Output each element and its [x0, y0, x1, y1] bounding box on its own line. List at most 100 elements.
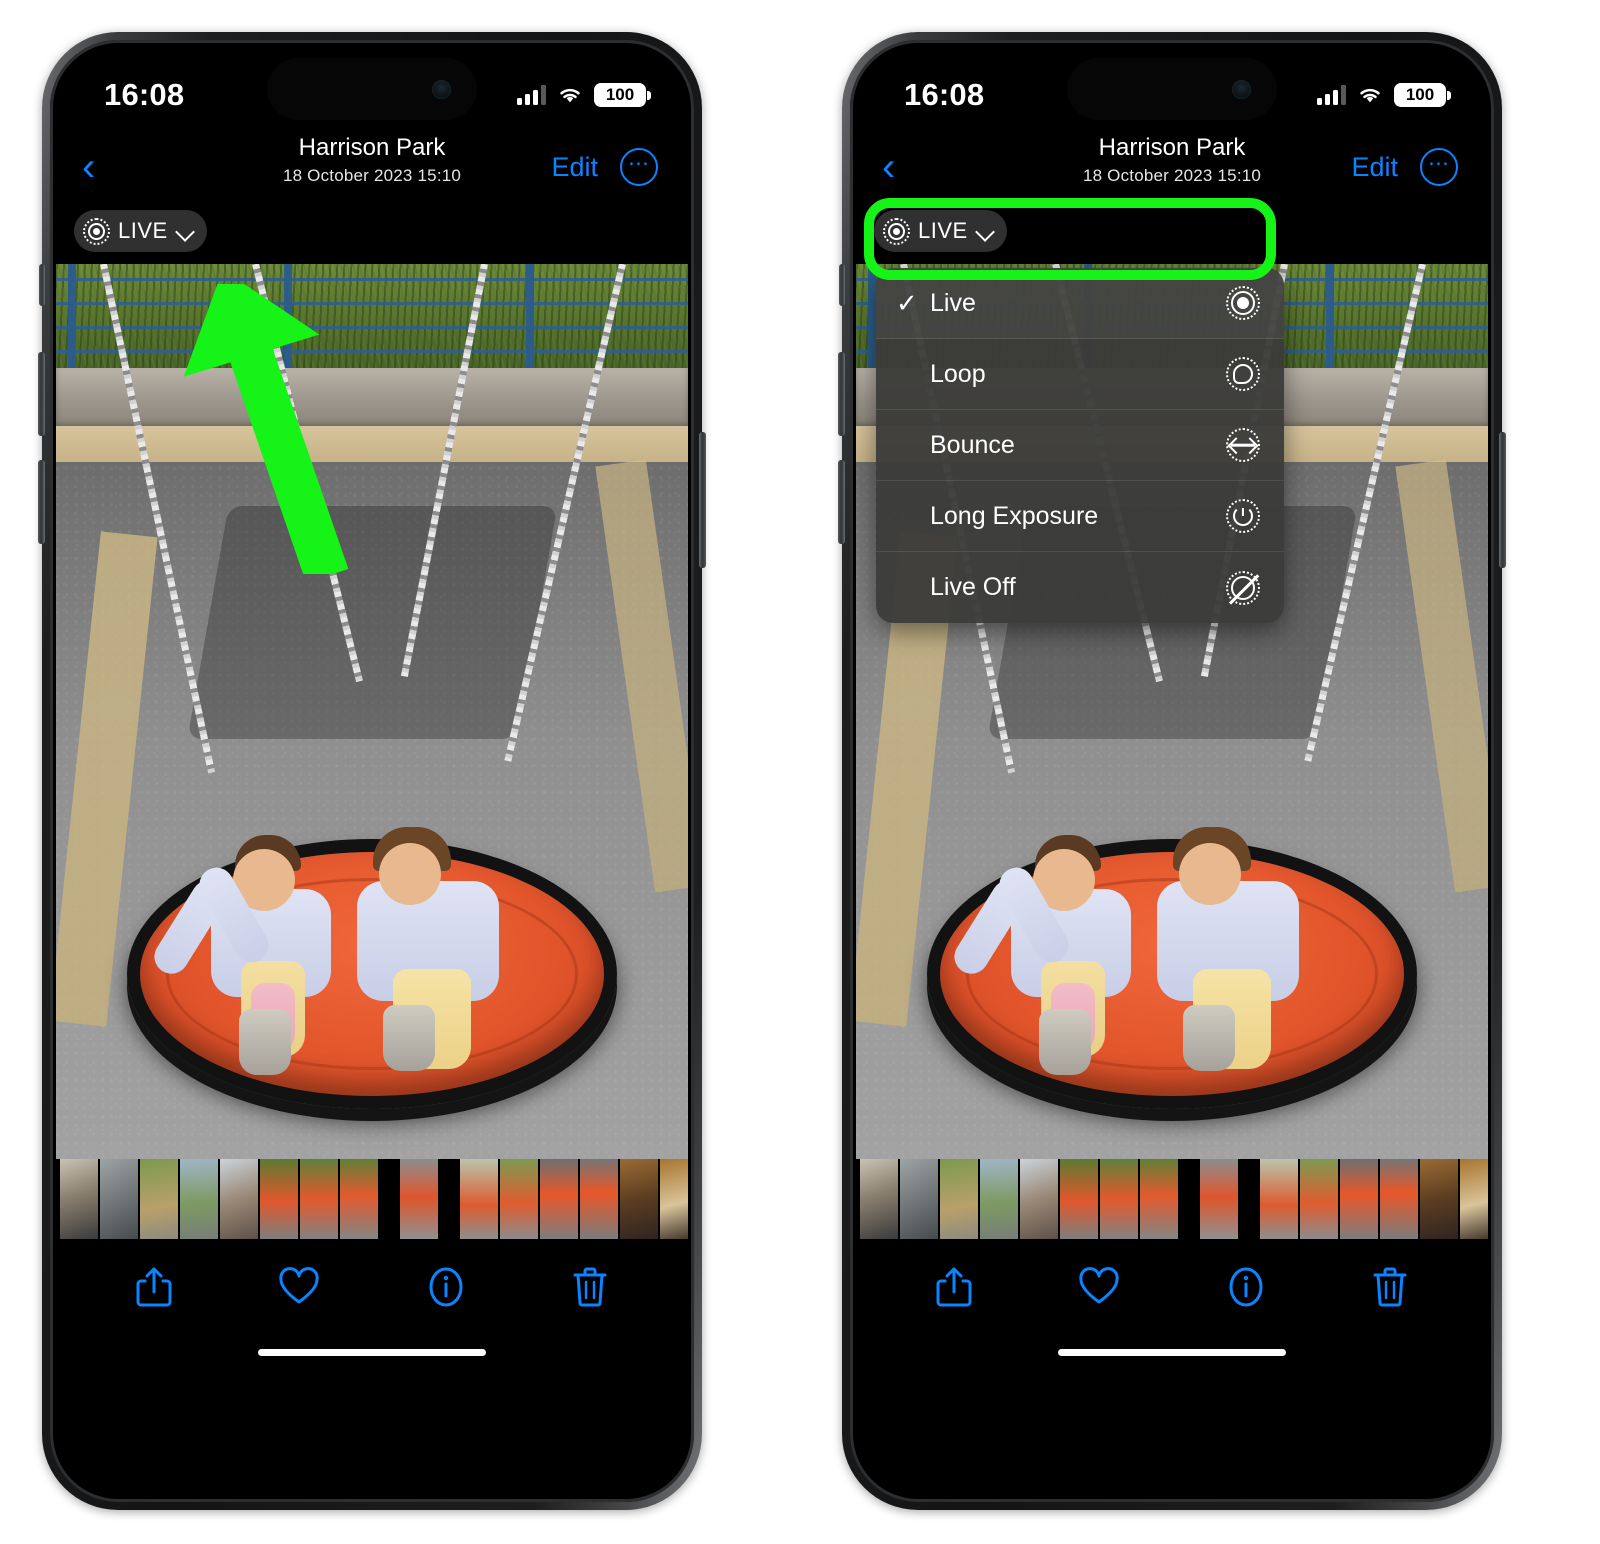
filmstrip-thumbnail[interactable]	[940, 1159, 978, 1239]
back-button[interactable]: ‹	[82, 147, 95, 187]
filmstrip-thumbnail[interactable]	[400, 1159, 438, 1239]
filmstrip-thumbnail[interactable]	[1260, 1159, 1298, 1239]
phone-screen-left: 16:08 100 ‹ Harrison Park 18 October 202…	[56, 46, 688, 1496]
mute-switch[interactable]	[39, 264, 45, 306]
live-menu-item-label: Live	[930, 288, 976, 317]
live-photo-icon	[1226, 286, 1260, 320]
filmstrip-gap	[1240, 1159, 1258, 1239]
filmstrip-thumbnail[interactable]	[140, 1159, 178, 1239]
filmstrip-thumbnail[interactable]	[300, 1159, 338, 1239]
photo-filmstrip-left[interactable]	[56, 1159, 688, 1239]
filmstrip-thumbnail[interactable]	[1380, 1159, 1418, 1239]
mute-switch[interactable]	[839, 264, 845, 306]
screenshot-stage: 16:08 100 ‹ Harrison Park 18 October 202…	[0, 0, 1600, 1544]
filmstrip-thumbnail[interactable]	[540, 1159, 578, 1239]
photo-viewer[interactable]	[56, 264, 688, 1159]
ellipsis-circle-icon[interactable]: ⋯	[620, 148, 658, 186]
live-mode-badge[interactable]: LIVE	[874, 210, 1007, 252]
live-menu-item-live-off[interactable]: Live Off	[876, 552, 1284, 623]
filmstrip-thumbnail[interactable]	[1020, 1159, 1058, 1239]
filmstrip-thumbnail[interactable]	[1300, 1159, 1338, 1239]
share-icon[interactable]	[135, 1265, 173, 1309]
home-indicator	[856, 1335, 1488, 1369]
filmstrip-thumbnail[interactable]	[1200, 1159, 1238, 1239]
live-menu-item-label: Loop	[930, 359, 986, 388]
battery-icon: 100	[594, 83, 651, 107]
filmstrip-thumbnail[interactable]	[580, 1159, 618, 1239]
live-mode-badge[interactable]: LIVE	[74, 210, 207, 252]
filmstrip-thumbnail[interactable]	[180, 1159, 218, 1239]
filmstrip-thumbnail[interactable]	[980, 1159, 1018, 1239]
live-photo-icon	[83, 217, 110, 245]
page-title: Harrison Park	[1098, 134, 1246, 161]
phone-screen-right: 16:08 100 ‹ Harrison Park 18 October 202…	[856, 46, 1488, 1496]
live-menu-item-bounce[interactable]: Bounce	[876, 410, 1284, 481]
photo-datetime: 18 October 2023 15:10	[282, 166, 462, 185]
filmstrip-thumbnail[interactable]	[1420, 1159, 1458, 1239]
share-icon[interactable]	[935, 1265, 973, 1309]
filmstrip-thumbnail[interactable]	[660, 1159, 688, 1239]
info-circle-icon[interactable]	[1226, 1265, 1266, 1309]
heart-icon[interactable]	[1078, 1267, 1120, 1307]
filmstrip-thumbnail[interactable]	[1340, 1159, 1378, 1239]
filmstrip-thumbnail[interactable]	[220, 1159, 258, 1239]
filmstrip-thumbnail[interactable]	[620, 1159, 658, 1239]
live-badge-bar: LIVE	[856, 204, 1488, 264]
filmstrip-thumbnail[interactable]	[340, 1159, 378, 1239]
trash-icon[interactable]	[571, 1265, 609, 1309]
battery-percent: 100	[605, 85, 635, 104]
filmstrip-thumbnail[interactable]	[260, 1159, 298, 1239]
trash-icon[interactable]	[1371, 1265, 1409, 1309]
photo-children	[148, 827, 537, 1075]
filmstrip-thumbnail[interactable]	[100, 1159, 138, 1239]
chevron-down-icon	[176, 222, 194, 240]
filmstrip-thumbnail[interactable]	[1060, 1159, 1098, 1239]
filmstrip-thumbnail[interactable]	[1140, 1159, 1178, 1239]
bounce-icon	[1226, 428, 1260, 462]
filmstrip-thumbnail[interactable]	[60, 1159, 98, 1239]
edit-button[interactable]: Edit	[1351, 152, 1398, 183]
filmstrip-thumbnail[interactable]	[1460, 1159, 1488, 1239]
dynamic-island	[267, 58, 477, 120]
bottom-toolbar	[56, 1239, 688, 1335]
live-photo-off-icon	[1226, 570, 1260, 605]
live-menu-item-label: Bounce	[930, 430, 1015, 459]
chevron-down-icon	[976, 222, 994, 240]
battery-percent: 100	[1405, 85, 1435, 104]
live-badge-bar: LIVE	[56, 204, 688, 264]
dynamic-island	[1067, 58, 1277, 120]
photo-datetime: 18 October 2023 15:10	[1082, 166, 1262, 185]
back-button[interactable]: ‹	[882, 147, 895, 187]
heart-icon[interactable]	[278, 1267, 320, 1307]
live-menu-item-label: Live Off	[930, 573, 1016, 601]
filmstrip-thumbnail[interactable]	[900, 1159, 938, 1239]
filmstrip-gap	[1180, 1159, 1198, 1239]
ellipsis-circle-icon[interactable]: ⋯	[1420, 148, 1458, 186]
filmstrip-gap	[380, 1159, 398, 1239]
filmstrip-thumbnail[interactable]	[460, 1159, 498, 1239]
filmstrip-thumbnail[interactable]	[860, 1159, 898, 1239]
live-mode-menu: ✓ Live Loop Bounce Long Exposure Live Off	[876, 268, 1284, 623]
bottom-toolbar	[856, 1239, 1488, 1335]
live-menu-item-loop[interactable]: Loop	[876, 339, 1284, 410]
nav-actions: Edit ⋯	[1351, 148, 1458, 186]
nav-bar: ‹ Harrison Park 18 October 2023 15:10 Ed…	[856, 130, 1488, 204]
photo-filmstrip-right[interactable]	[856, 1159, 1488, 1239]
power-button[interactable]	[699, 432, 706, 568]
edit-button[interactable]: Edit	[551, 152, 598, 183]
info-circle-icon[interactable]	[426, 1265, 466, 1309]
cellular-signal-icon	[1317, 85, 1346, 105]
volume-up-button[interactable]	[838, 352, 845, 436]
live-menu-item-long-exposure[interactable]: Long Exposure	[876, 481, 1284, 552]
live-menu-item-live[interactable]: ✓ Live	[876, 268, 1284, 339]
volume-down-button[interactable]	[838, 460, 845, 544]
status-bar: 16:08 100	[56, 46, 688, 130]
filmstrip-thumbnail[interactable]	[1100, 1159, 1138, 1239]
filmstrip-thumbnail[interactable]	[500, 1159, 538, 1239]
live-badge-label: LIVE	[118, 218, 168, 243]
volume-up-button[interactable]	[38, 352, 45, 436]
wifi-icon	[1360, 88, 1380, 103]
volume-down-button[interactable]	[38, 460, 45, 544]
live-photo-icon	[883, 217, 910, 245]
power-button[interactable]	[1499, 432, 1506, 568]
